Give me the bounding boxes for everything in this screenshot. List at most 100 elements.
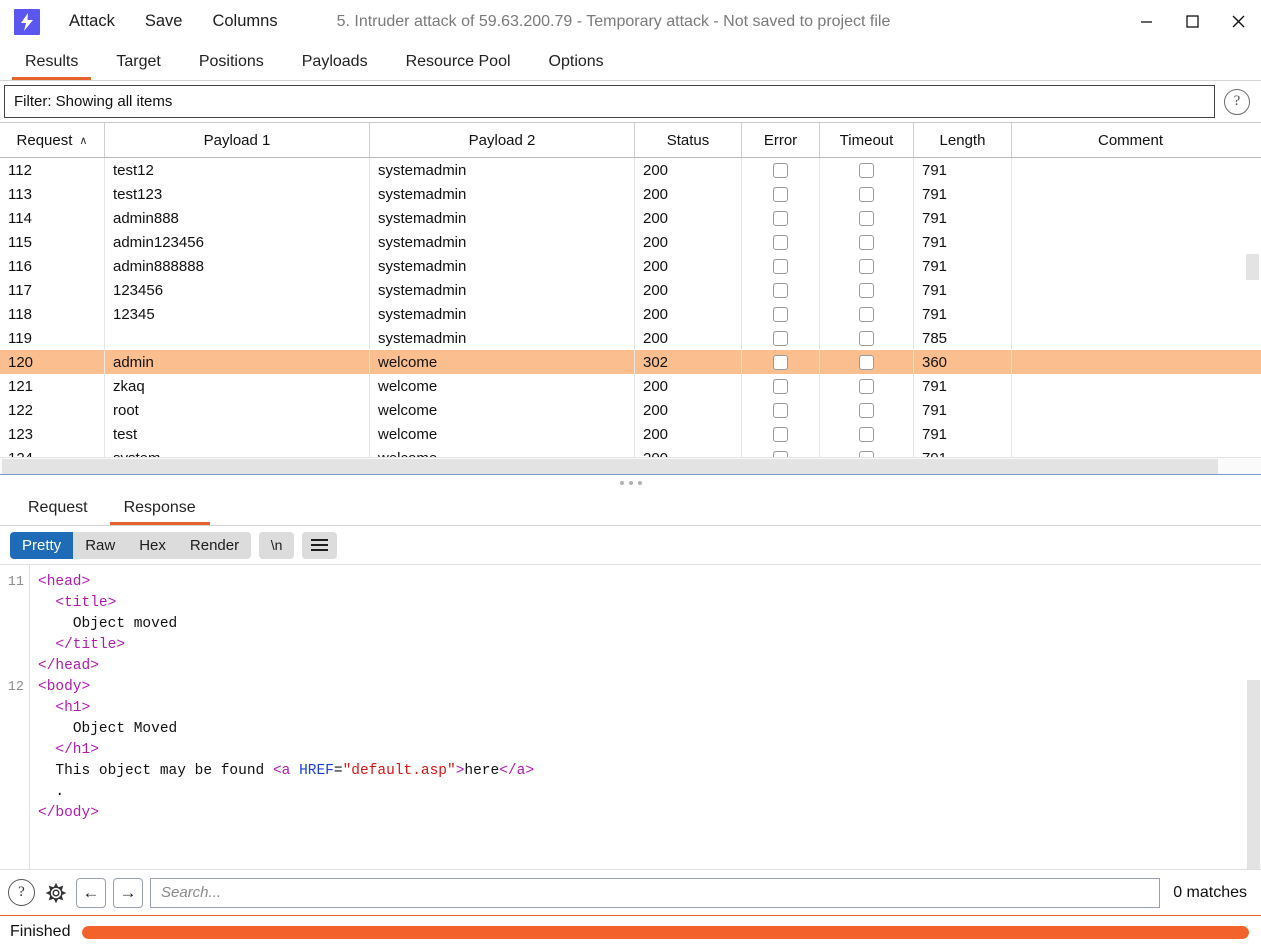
table-horizontal-scrollbar[interactable] xyxy=(0,457,1261,474)
tab-request[interactable]: Request xyxy=(10,490,106,525)
response-scroll-thumb[interactable] xyxy=(1247,680,1260,869)
cell-payload1: 12345 xyxy=(105,302,370,326)
tab-results[interactable]: Results xyxy=(6,44,97,80)
panel-splitter[interactable] xyxy=(0,474,1261,490)
error-checkbox[interactable] xyxy=(773,426,788,442)
line-number-spacer xyxy=(0,593,24,614)
view-mode-raw[interactable]: Raw xyxy=(73,531,128,559)
tab-options[interactable]: Options xyxy=(530,44,623,80)
code-token-txt: Object moved xyxy=(72,616,178,632)
column-header-payload2[interactable]: Payload 2 xyxy=(370,123,635,157)
cell-length: 791 xyxy=(914,158,1012,182)
timeout-checkbox[interactable] xyxy=(859,186,874,202)
timeout-checkbox[interactable] xyxy=(859,402,874,418)
code-line: <title> xyxy=(38,593,1261,614)
help-circle-icon[interactable]: ? xyxy=(8,879,35,906)
table-row[interactable]: 117 123456 systemadmin 200 791 xyxy=(0,278,1261,302)
tab-resource-pool[interactable]: Resource Pool xyxy=(387,44,530,80)
timeout-checkbox[interactable] xyxy=(859,282,874,298)
timeout-checkbox[interactable] xyxy=(859,162,874,178)
column-header-payload1[interactable]: Payload 1 xyxy=(105,123,370,157)
table-scroll-thumb[interactable] xyxy=(1246,254,1259,280)
column-header-timeout[interactable]: Timeout xyxy=(820,123,914,157)
error-checkbox[interactable] xyxy=(773,234,788,250)
error-checkbox[interactable] xyxy=(773,354,788,370)
arrow-right-icon[interactable]: → xyxy=(113,877,143,908)
response-vertical-scrollbar[interactable] xyxy=(1247,565,1260,869)
search-input[interactable]: Search... xyxy=(150,877,1161,908)
close-icon[interactable] xyxy=(1215,0,1261,44)
error-checkbox[interactable] xyxy=(773,210,788,226)
tab-response[interactable]: Response xyxy=(106,490,214,525)
help-circle-icon[interactable]: ? xyxy=(1224,88,1250,115)
table-row[interactable]: 122 root welcome 200 791 xyxy=(0,398,1261,422)
table-row[interactable]: 114 admin888 systemadmin 200 791 xyxy=(0,206,1261,230)
view-mode-render[interactable]: Render xyxy=(177,531,252,559)
table-row[interactable]: 121 zkaq welcome 200 791 xyxy=(0,374,1261,398)
response-body-viewer[interactable]: 11 12 <head> <title> Object moved </titl… xyxy=(0,565,1261,869)
table-row[interactable]: 112 test12 systemadmin 200 791 xyxy=(0,158,1261,182)
maximize-icon[interactable] xyxy=(1169,0,1215,44)
minimize-icon[interactable] xyxy=(1123,0,1169,44)
column-header-length[interactable]: Length xyxy=(914,123,1012,157)
timeout-checkbox[interactable] xyxy=(859,330,874,346)
cell-request: 122 xyxy=(0,398,105,422)
gear-icon[interactable] xyxy=(42,879,69,906)
table-row[interactable]: 116 admin888888 systemadmin 200 791 xyxy=(0,254,1261,278)
timeout-checkbox[interactable] xyxy=(859,426,874,442)
column-header-comment[interactable]: Comment xyxy=(1012,123,1249,157)
cell-length: 360 xyxy=(914,350,1012,374)
error-checkbox[interactable] xyxy=(773,282,788,298)
table-row[interactable]: 115 admin123456 systemadmin 200 791 xyxy=(0,230,1261,254)
table-row[interactable]: 120 admin welcome 302 360 xyxy=(0,350,1261,374)
cell-length: 791 xyxy=(914,254,1012,278)
cell-timeout xyxy=(820,446,914,457)
table-row[interactable]: 123 test welcome 200 791 xyxy=(0,422,1261,446)
cell-payload1: root xyxy=(105,398,370,422)
table-row[interactable]: 124systemwelcome200 791 xyxy=(0,446,1261,457)
timeout-checkbox[interactable] xyxy=(859,234,874,250)
menu-attack[interactable]: Attack xyxy=(56,8,128,35)
menu-columns[interactable]: Columns xyxy=(199,8,290,35)
column-header-request[interactable]: Request ∧ xyxy=(0,123,105,157)
code-line: Object Moved xyxy=(38,719,1261,740)
table-row[interactable]: 119 systemadmin 200 785 xyxy=(0,326,1261,350)
error-checkbox[interactable] xyxy=(773,258,788,274)
column-header-status[interactable]: Status xyxy=(635,123,742,157)
error-checkbox[interactable] xyxy=(773,306,788,322)
error-checkbox[interactable] xyxy=(773,330,788,346)
cell-comment xyxy=(1012,158,1249,182)
tab-payloads[interactable]: Payloads xyxy=(283,44,387,80)
timeout-checkbox[interactable] xyxy=(859,210,874,226)
view-mode-hex[interactable]: Hex xyxy=(127,531,178,559)
code-token-tag: <body> xyxy=(38,679,91,695)
cell-status: 302 xyxy=(635,350,742,374)
timeout-checkbox[interactable] xyxy=(859,378,874,394)
filter-bar[interactable]: Filter: Showing all items xyxy=(4,85,1215,118)
code-line: <body> xyxy=(38,677,1261,698)
table-row[interactable]: 113 test123 systemadmin 200 791 xyxy=(0,182,1261,206)
table-vertical-scrollbar[interactable] xyxy=(1246,159,1259,444)
column-header-error[interactable]: Error xyxy=(742,123,820,157)
hamburger-menu-icon[interactable] xyxy=(302,531,338,559)
newline-toggle-button[interactable]: \n xyxy=(259,531,295,559)
cell-comment xyxy=(1012,350,1249,374)
cell-comment xyxy=(1012,422,1249,446)
view-mode-pretty[interactable]: Pretty xyxy=(10,531,74,559)
cell-comment xyxy=(1012,326,1249,350)
tab-positions[interactable]: Positions xyxy=(180,44,283,80)
table-row[interactable]: 118 12345 systemadmin 200 791 xyxy=(0,302,1261,326)
tab-target[interactable]: Target xyxy=(97,44,179,80)
table-hscroll-thumb[interactable] xyxy=(2,459,1218,474)
error-checkbox[interactable] xyxy=(773,186,788,202)
error-checkbox[interactable] xyxy=(773,162,788,178)
error-checkbox[interactable] xyxy=(773,402,788,418)
cell-comment xyxy=(1012,302,1249,326)
menu-save[interactable]: Save xyxy=(132,8,196,35)
timeout-checkbox[interactable] xyxy=(859,306,874,322)
timeout-checkbox[interactable] xyxy=(859,258,874,274)
arrow-left-icon[interactable]: ← xyxy=(76,877,106,908)
error-checkbox[interactable] xyxy=(773,378,788,394)
cell-length: 791 xyxy=(914,302,1012,326)
timeout-checkbox[interactable] xyxy=(859,354,874,370)
